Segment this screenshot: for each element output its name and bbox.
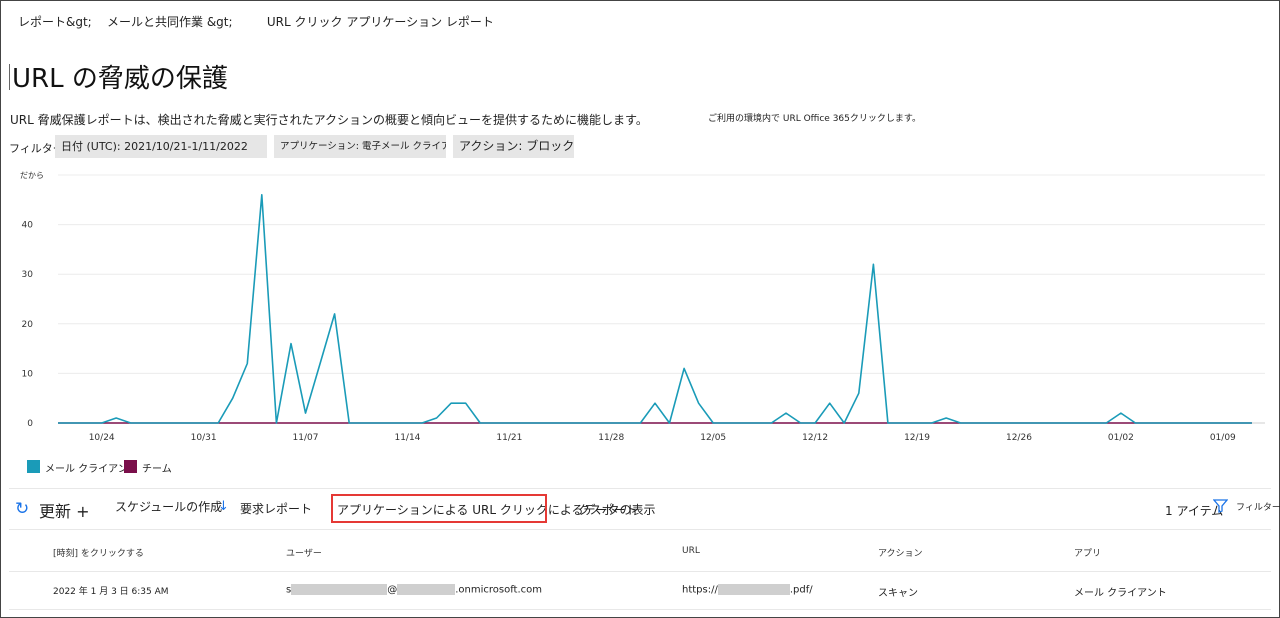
divider <box>9 571 1271 572</box>
y-tick-label: 10 <box>22 369 34 379</box>
cell-click-time: 2022 年 1 月 3 日 6:35 AM <box>53 587 169 597</box>
x-tick-label: 12/05 <box>700 433 726 443</box>
column-header-url[interactable]: URL <box>682 546 700 556</box>
x-tick-label: 11/07 <box>293 433 319 443</box>
legend-swatch-teams <box>124 460 137 473</box>
x-tick-label: 11/28 <box>598 433 624 443</box>
cell-user-at: @ <box>387 584 398 596</box>
x-tick-label: 11/21 <box>496 433 522 443</box>
refresh-button[interactable]: 更新 + <box>39 498 90 522</box>
redacted-block <box>291 584 388 595</box>
chart-series <box>58 194 1252 424</box>
export-button[interactable]: クスポート <box>578 501 638 518</box>
cell-url-suffix: .pdf/ <box>789 584 813 596</box>
download-icon: ↓ <box>218 499 229 514</box>
divider <box>9 488 1271 489</box>
request-report-button[interactable]: 要求レポート <box>240 500 312 517</box>
filter-icon[interactable] <box>1212 499 1229 517</box>
redacted-block <box>717 584 790 595</box>
y-tick-label: 20 <box>22 320 34 330</box>
legend-swatch-mail-client <box>27 460 40 473</box>
cell-url[interactable]: https:// .pdf/ <box>682 584 813 596</box>
x-tick-label: 10/24 <box>89 433 115 443</box>
cell-user: s @ .onmicrosoft.com <box>286 584 542 596</box>
cell-app: メール クライアント <box>1074 588 1167 599</box>
column-header-click-time[interactable]: [時刻] をクリックする <box>53 546 144 559</box>
x-tick-label: 01/09 <box>1210 433 1236 443</box>
x-tick-label: 12/19 <box>904 433 930 443</box>
series-line-mail-client <box>58 194 1252 424</box>
cell-user-domain: .onmicrosoft.com <box>455 584 543 596</box>
chart-x-labels: 10/24 10/31 11/07 11/14 11/21 11/28 12/05 12/12… <box>89 433 1236 443</box>
url-clicks-chart: 0 10 20 30 40 だから 10/24 10/31 11/07 11/14 11/21 11… <box>20 171 1265 443</box>
create-schedule-button[interactable]: スケジュールの作成 <box>115 498 222 515</box>
cell-action: スキャン <box>878 588 918 599</box>
x-tick-label: 10/31 <box>191 433 217 443</box>
chart-grid <box>58 174 1265 424</box>
y-tick-label: 30 <box>22 270 34 280</box>
x-tick-label: 12/26 <box>1006 433 1032 443</box>
refresh-icon[interactable]: ↻ <box>15 499 29 519</box>
filter-button[interactable]: フィルター <box>1236 500 1280 513</box>
divider <box>9 609 1271 610</box>
column-header-action[interactable]: アクション <box>878 546 923 559</box>
redacted-block <box>397 584 456 595</box>
chart-y-labels: 0 10 20 30 40 だから <box>20 171 44 429</box>
x-tick-label: 12/12 <box>802 433 828 443</box>
y-tick-label: 40 <box>22 221 34 231</box>
highlight-box <box>331 494 547 523</box>
divider <box>9 529 1271 530</box>
x-tick-label: 01/02 <box>1108 433 1134 443</box>
column-header-app[interactable]: アプリ <box>1074 546 1101 559</box>
cell-url-prefix: https:// <box>682 584 718 596</box>
column-header-user[interactable]: ユーザー <box>286 546 322 559</box>
y-tick-label: 0 <box>27 419 33 429</box>
y-axis-top-label: だから <box>20 171 44 180</box>
x-tick-label: 11/14 <box>394 433 420 443</box>
legend-label-teams[interactable]: チーム <box>142 460 172 475</box>
